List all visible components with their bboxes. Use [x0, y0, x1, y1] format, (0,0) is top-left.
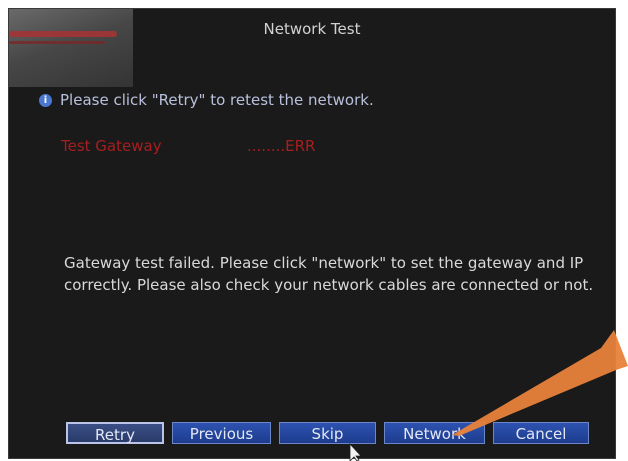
hint-row: i Please click "Retry" to retest the net… — [39, 91, 374, 109]
reflection-streak — [9, 41, 105, 44]
test-gateway-label: Test Gateway — [61, 137, 162, 155]
dialog-title: Network Test — [263, 20, 361, 38]
network-test-dialog: Network Test i Please click "Retry" to r… — [8, 8, 616, 459]
test-gateway-row: Test Gateway ........ERR — [61, 137, 315, 155]
retry-button[interactable]: Retry — [66, 422, 164, 444]
test-gateway-status: ........ERR — [247, 137, 316, 155]
skip-button[interactable]: Skip — [279, 422, 376, 444]
screen: Network Test i Please click "Retry" to r… — [0, 0, 628, 461]
previous-button[interactable]: Previous — [172, 422, 271, 444]
hint-text: Please click "Retry" to retest the netwo… — [60, 91, 374, 109]
network-button[interactable]: Network — [384, 422, 485, 444]
error-message: Gateway test failed. Please click "netwo… — [64, 254, 594, 294]
info-icon: i — [39, 93, 52, 107]
cancel-button[interactable]: Cancel — [493, 422, 589, 444]
